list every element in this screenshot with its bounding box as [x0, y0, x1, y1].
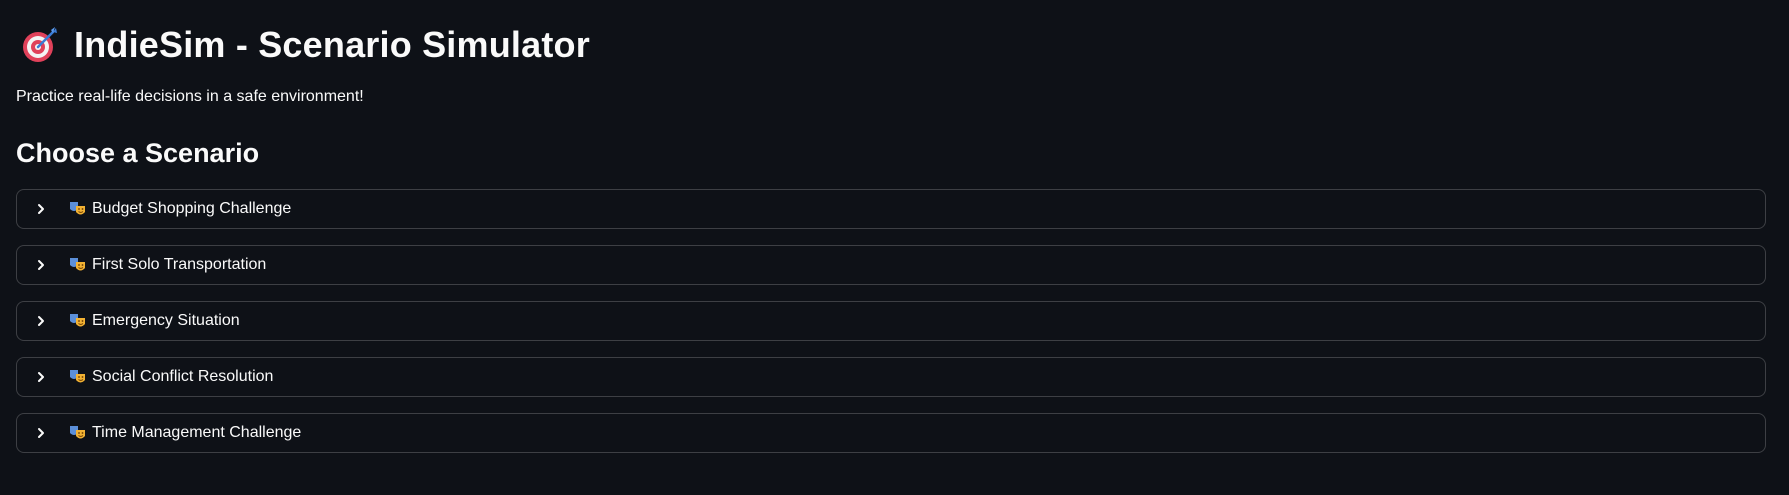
- scenario-expander-budget-shopping[interactable]: Budget Shopping Challenge: [16, 189, 1766, 229]
- section-heading: Choose a Scenario: [16, 138, 260, 168]
- page-subtitle: Practice real-life decisions in a safe e…: [16, 88, 364, 105]
- scenario-label: Budget Shopping Challenge: [92, 200, 292, 217]
- scenario-expander-first-solo-transportation[interactable]: First Solo Transportation: [16, 245, 1766, 285]
- scenario-label: Social Conflict Resolution: [92, 368, 274, 385]
- theater-masks-icon: [69, 424, 87, 442]
- theater-masks-icon: [69, 368, 87, 386]
- page-title: IndieSim - Scenario Simulator: [74, 24, 590, 65]
- chevron-right-icon: [33, 257, 49, 273]
- scenario-expander-social-conflict-resolution[interactable]: Social Conflict Resolution: [16, 357, 1766, 397]
- scenario-label: Time Management Challenge: [92, 424, 302, 441]
- theater-masks-icon: [69, 256, 87, 274]
- chevron-right-icon: [33, 201, 49, 217]
- theater-masks-icon: [69, 200, 87, 218]
- scenario-label: Emergency Situation: [92, 312, 240, 329]
- target-icon: [20, 25, 60, 65]
- scenario-expander-emergency-situation[interactable]: Emergency Situation: [16, 301, 1766, 341]
- theater-masks-icon: [69, 312, 87, 330]
- scenario-list: Budget Shopping Challenge First Solo Tra…: [16, 189, 1766, 453]
- scenario-expander-time-management[interactable]: Time Management Challenge: [16, 413, 1766, 453]
- scenario-label: First Solo Transportation: [92, 256, 267, 273]
- title-row: IndieSim - Scenario Simulator: [16, 0, 1773, 90]
- chevron-right-icon: [33, 425, 49, 441]
- app-page: IndieSim - Scenario Simulator Practice r…: [0, 0, 1789, 495]
- chevron-right-icon: [33, 369, 49, 385]
- chevron-right-icon: [33, 313, 49, 329]
